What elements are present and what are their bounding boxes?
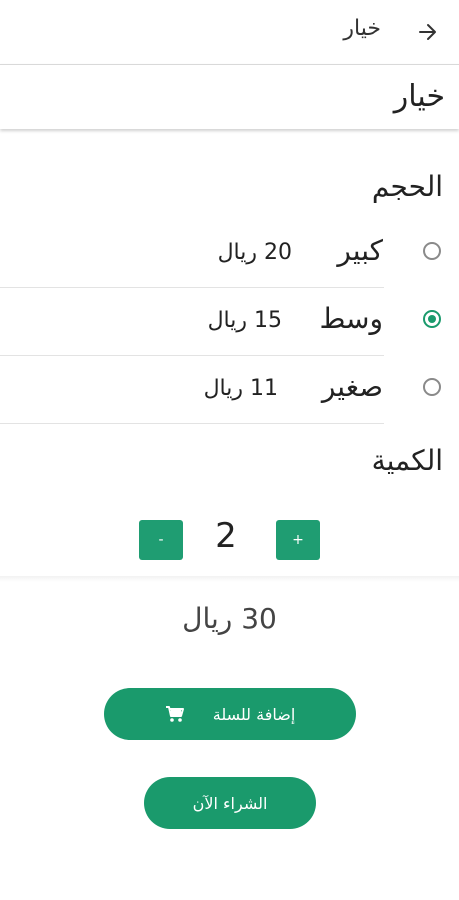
add-to-cart-button[interactable]: إضافة للسلة: [104, 688, 356, 740]
size-radio-small[interactable]: [423, 378, 441, 396]
decrease-quantity-button[interactable]: -: [139, 520, 183, 560]
page-title: خيار: [343, 16, 381, 41]
size-radio-medium[interactable]: [423, 310, 441, 328]
option-title: خيار: [393, 79, 445, 114]
total-price: 30 ريال: [182, 602, 277, 635]
arrow-right-icon: [419, 24, 436, 40]
quantity-value: 2: [215, 516, 237, 556]
top-bar: خيار: [0, 0, 459, 64]
size-radio-large[interactable]: [423, 242, 441, 260]
size-option-large[interactable]: كبير 20 ريال: [0, 220, 459, 288]
size-option-small[interactable]: صغير 11 ريال: [0, 356, 459, 424]
size-option-price: 11 ريال: [203, 376, 278, 401]
back-button[interactable]: [415, 18, 441, 46]
increase-quantity-button[interactable]: +: [276, 520, 320, 560]
size-option-name: وسط: [319, 302, 383, 335]
size-option-price: 15 ريال: [207, 308, 282, 333]
buy-now-label: الشراء الآن: [192, 793, 268, 813]
option-header: خيار: [0, 64, 459, 129]
size-option-medium[interactable]: وسط 15 ريال: [0, 288, 459, 356]
size-option-name: كبير: [337, 234, 383, 267]
quantity-section-title: الكمية: [371, 444, 443, 477]
section-divider: [0, 576, 459, 582]
size-section-title: الحجم: [371, 170, 443, 203]
size-option-name: صغير: [321, 370, 383, 403]
buy-now-button[interactable]: الشراء الآن: [144, 777, 316, 829]
cart-icon: [165, 704, 185, 724]
row-divider: [0, 423, 384, 424]
size-option-price: 20 ريال: [217, 240, 292, 265]
add-to-cart-label: إضافة للسلة: [212, 704, 296, 724]
product-option-page: خيار خيار الحجم كبير 20 ريال وسط 15 ريال…: [0, 0, 459, 900]
